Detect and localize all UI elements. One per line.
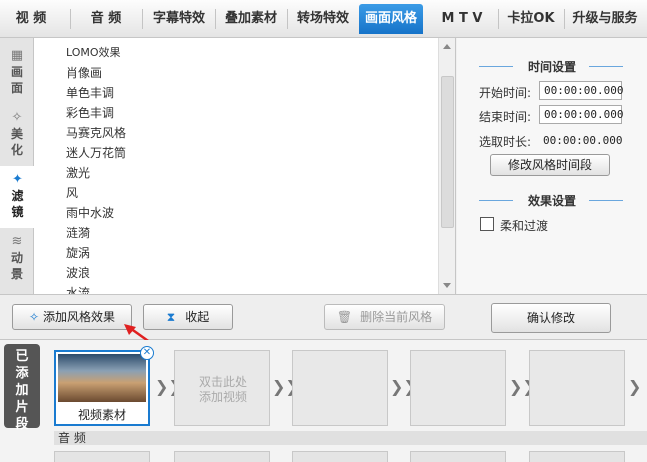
- tab-picture-style[interactable]: 画面风格: [359, 4, 423, 34]
- remove-clip-icon[interactable]: ✕: [140, 346, 154, 360]
- effect-settings-title: 效果设置: [457, 192, 647, 209]
- list-item[interactable]: 雨中水波: [66, 203, 114, 223]
- side-nav-filter[interactable]: ✦ 滤 镜: [0, 166, 35, 228]
- tab-audio[interactable]: 音 频: [78, 4, 134, 34]
- list-item[interactable]: LOMO效果: [66, 43, 121, 63]
- time-settings-title: 时间设置: [457, 58, 647, 75]
- side-nav-label: 美: [10, 127, 23, 141]
- soft-transition-label: 柔和过渡: [500, 219, 549, 233]
- collapse-icon: ⧗: [166, 310, 176, 324]
- empty-clip-slot[interactable]: [292, 350, 388, 426]
- duration-value: 00:00:00.000: [543, 134, 623, 147]
- start-time-field[interactable]: 00:00:00.000: [539, 81, 623, 100]
- list-item[interactable]: 涟漪: [66, 223, 90, 243]
- modify-style-time-button[interactable]: 修改风格时间段: [490, 154, 610, 176]
- video-clip[interactable]: 视频素材 ✕: [54, 346, 154, 426]
- side-nav-label: 动: [10, 251, 23, 265]
- side-nav-label: 镜: [11, 205, 24, 219]
- duration-label: 选取时长:: [479, 135, 532, 149]
- side-nav-motion-scene[interactable]: ≋ 动 景: [0, 228, 34, 290]
- audio-clip-slot[interactable]: [410, 451, 506, 462]
- tab-mtv[interactable]: M T V: [432, 4, 492, 34]
- side-nav-label: 面: [10, 81, 23, 95]
- divider: [589, 66, 623, 67]
- list-item[interactable]: 旋涡: [66, 243, 90, 263]
- empty-clip-slot[interactable]: [529, 350, 625, 426]
- scroll-thumb[interactable]: [441, 76, 454, 228]
- wave-icon: ≋: [11, 234, 23, 249]
- list-item[interactable]: 激光: [66, 163, 90, 183]
- delete-current-style-button[interactable]: 🗑 删除当前风格: [324, 304, 445, 330]
- divider: [479, 66, 513, 67]
- chevron-right-icon: ❯: [628, 377, 642, 396]
- tab-video[interactable]: 视 频: [6, 4, 56, 34]
- divider: [479, 200, 513, 201]
- side-nav-picture[interactable]: ▦ 画 面: [0, 42, 34, 104]
- side-nav-label: 画: [10, 65, 23, 79]
- tab-transition-effects[interactable]: 转场特效: [290, 4, 356, 34]
- list-item[interactable]: 水流: [66, 283, 90, 294]
- tab-divider: [564, 9, 565, 29]
- side-nav-beautify[interactable]: ✧ 美 化: [0, 104, 34, 166]
- side-nav-label: 景: [10, 267, 23, 281]
- scroll-down-icon[interactable]: [443, 283, 451, 288]
- magic-wand-icon: ✧: [28, 310, 40, 324]
- empty-clip-slot[interactable]: 双击此处 添加视频: [174, 350, 270, 426]
- effects-list-panel: LOMO效果 肖像画 单色丰调 彩色丰调 马赛克风格 迷人万花筒 激光 风 雨中…: [34, 38, 456, 294]
- clip-thumbnail: [58, 354, 146, 402]
- add-style-effect-button[interactable]: ✧ 添加风格效果: [12, 304, 132, 330]
- end-time-field[interactable]: 00:00:00.000: [539, 105, 623, 124]
- list-item[interactable]: 波浪: [66, 263, 90, 283]
- divider: [589, 200, 623, 201]
- start-time-label: 开始时间:: [479, 86, 532, 100]
- scroll-up-icon[interactable]: [443, 44, 451, 49]
- audio-track-header: 音 频: [54, 431, 647, 445]
- list-item[interactable]: 彩色丰调: [66, 103, 114, 123]
- magic-wand-icon: ✧: [11, 110, 23, 125]
- list-item[interactable]: 风: [66, 183, 78, 203]
- tab-divider: [142, 9, 143, 29]
- added-clips-label: 已添加片段: [4, 344, 40, 432]
- tab-divider: [287, 9, 288, 29]
- clip-title: 视频素材: [77, 408, 126, 422]
- list-item[interactable]: 迷人万花筒: [66, 143, 126, 163]
- trash-icon: 🗑: [336, 310, 353, 324]
- tab-overlay-material[interactable]: 叠加素材: [218, 4, 284, 34]
- add-video-hint: 双击此处 添加视频: [198, 375, 247, 404]
- list-item[interactable]: 肖像画: [66, 63, 102, 83]
- tab-karaoke[interactable]: 卡拉OK: [502, 4, 560, 34]
- list-item[interactable]: 单色丰调: [66, 83, 114, 103]
- side-nav: ▦ 画 面 ✧ 美 化 ✦ 滤 镜 ≋ 动 景: [0, 38, 35, 294]
- soft-transition-checkbox[interactable]: [480, 217, 494, 231]
- list-item[interactable]: 马赛克风格: [66, 123, 126, 143]
- empty-clip-slot[interactable]: [410, 350, 506, 426]
- end-time-label: 结束时间:: [479, 110, 532, 124]
- top-tab-bar: 视 频 音 频 字幕特效 叠加素材 转场特效 画面风格 M T V 卡拉OK 升…: [0, 0, 647, 38]
- tab-divider: [215, 9, 216, 29]
- confirm-modify-button[interactable]: 确认修改: [491, 303, 611, 333]
- list-scrollbar[interactable]: [438, 38, 455, 294]
- side-nav-label: 化: [10, 143, 23, 157]
- timeline-panel: 已添加片段 视频素材 ✕ ❯❯ 双击此处 添加视频 ❯❯ ❯❯ ❯❯ ❯ 音 频: [0, 340, 647, 462]
- picture-icon: ▦: [10, 48, 24, 63]
- audio-clip-slot[interactable]: [529, 451, 625, 462]
- audio-clip-slot[interactable]: [174, 451, 270, 462]
- settings-panel: 时间设置 开始时间: 00:00:00.000 结束时间: 00:00:00.0…: [457, 38, 647, 294]
- tab-subtitle-effects[interactable]: 字幕特效: [146, 4, 212, 34]
- tab-divider: [70, 9, 71, 29]
- side-nav-label: 滤: [11, 189, 24, 203]
- audio-clip-slot[interactable]: [292, 451, 388, 462]
- audio-clip-slot[interactable]: [54, 451, 150, 462]
- tab-upgrade-service[interactable]: 升级与服务: [567, 4, 643, 34]
- action-bar: ✧ 添加风格效果 ⧗ 收起 🗑 删除当前风格 确认修改: [0, 294, 647, 340]
- tab-divider: [498, 9, 499, 29]
- filter-wand-icon: ✦: [12, 172, 23, 187]
